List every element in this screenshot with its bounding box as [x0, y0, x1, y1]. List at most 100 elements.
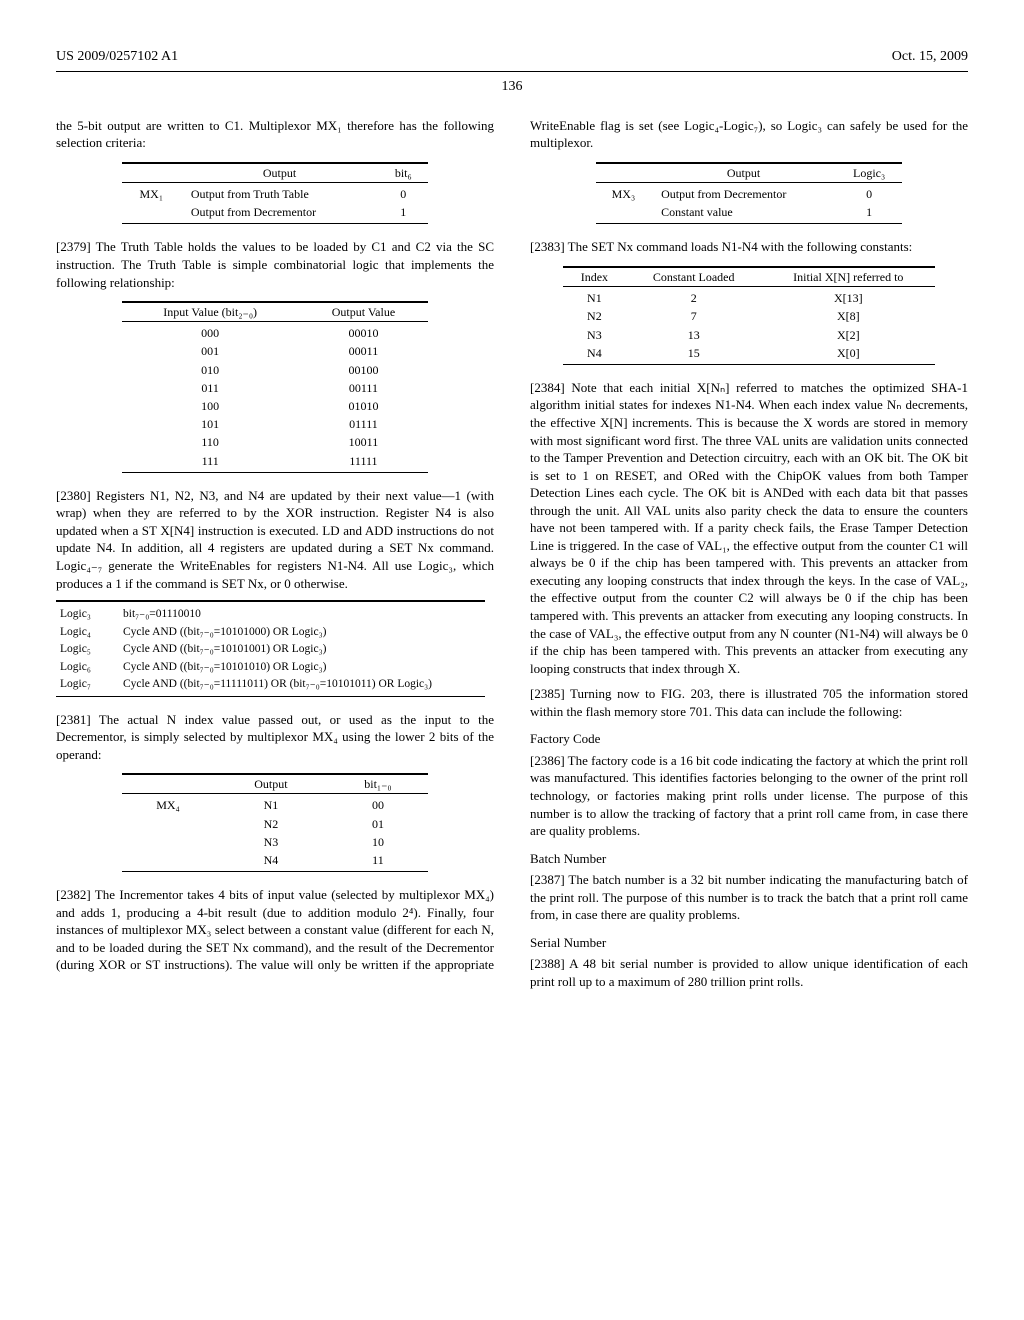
- intro-text: the 5-bit output are written to C1. Mult…: [56, 117, 494, 152]
- th: Index: [563, 267, 626, 287]
- td: Cycle AND ((bit₇₋₀=10101001) OR Logic₃): [119, 641, 485, 659]
- td: 011: [122, 379, 299, 397]
- td: Cycle AND ((bit₇₋₀=10101010) OR Logic₃): [119, 659, 485, 677]
- td: 01111: [299, 415, 429, 433]
- table-truth: Input Value (bit₂₋₀) Output Value 000000…: [122, 301, 429, 473]
- td: 110: [122, 433, 299, 451]
- table-constants: Index Constant Loaded Initial X[N] refer…: [563, 266, 935, 365]
- td: 00011: [299, 342, 429, 360]
- th: Constant Loaded: [626, 267, 762, 287]
- td: Output from Decrementor: [651, 183, 836, 204]
- th: Output Value: [299, 302, 429, 322]
- td: N3: [563, 326, 626, 344]
- td: Logic₅: [56, 641, 119, 659]
- para-2385: [2385] Turning now to FIG. 203, there is…: [530, 685, 968, 720]
- para-2384: [2384] Note that each initial X[Nₙ] refe…: [530, 379, 968, 677]
- body-columns: the 5-bit output are written to C1. Mult…: [56, 117, 968, 991]
- td: 010: [122, 361, 299, 379]
- td: 111: [122, 452, 299, 473]
- td: 00010: [299, 322, 429, 343]
- th: Logic₃: [836, 163, 902, 183]
- th: bit₆: [378, 163, 428, 183]
- td: 11111: [299, 452, 429, 473]
- td: Output from Truth Table: [181, 183, 378, 204]
- para-2386: [2386] The factory code is a 16 bit code…: [530, 752, 968, 840]
- th: [596, 163, 651, 183]
- td: Logic₆: [56, 659, 119, 677]
- td: N2: [214, 815, 327, 833]
- td: 15: [626, 344, 762, 365]
- td: Logic₇: [56, 676, 119, 696]
- para-2381: [2381] The actual N index value passed o…: [56, 711, 494, 764]
- td: [122, 833, 215, 851]
- td: 0: [836, 183, 902, 204]
- table-mx1: Output bit₆ MX₁ Output from Truth Table …: [122, 162, 429, 225]
- page-header: US 2009/0257102 A1 Oct. 15, 2009: [56, 48, 968, 72]
- td: [122, 851, 215, 872]
- para-2388: [2388] A 48 bit serial number is provide…: [530, 955, 968, 990]
- th: Output: [181, 163, 378, 183]
- table-logic: Logic₃bit₇₋₀=01110010 Logic₄Cycle AND ((…: [56, 600, 485, 697]
- td: N1: [563, 287, 626, 308]
- td: 1: [836, 203, 902, 224]
- para-2379: [2379] The Truth Table holds the values …: [56, 238, 494, 291]
- page-number: 136: [56, 78, 968, 97]
- heading-serial: Serial Number: [530, 934, 968, 952]
- td: 13: [626, 326, 762, 344]
- td: 10011: [299, 433, 429, 451]
- td: MX₃: [596, 183, 651, 204]
- th: Output: [214, 774, 327, 794]
- td: X[0]: [761, 344, 935, 365]
- td: Cycle AND ((bit₇₋₀=10101000) OR Logic₃): [119, 624, 485, 642]
- td: 100: [122, 397, 299, 415]
- td: N2: [563, 307, 626, 325]
- td: Logic₄: [56, 624, 119, 642]
- heading-batch: Batch Number: [530, 850, 968, 868]
- td: 7: [626, 307, 762, 325]
- th: Input Value (bit₂₋₀): [122, 302, 299, 322]
- td: Cycle AND ((bit₇₋₀=11111011) OR (bit₇₋₀=…: [119, 676, 485, 696]
- td: 001: [122, 342, 299, 360]
- para-2380: [2380] Registers N1, N2, N3, and N4 are …: [56, 487, 494, 592]
- td: 101: [122, 415, 299, 433]
- td: N1: [214, 794, 327, 815]
- td: [122, 815, 215, 833]
- td: 000: [122, 322, 299, 343]
- th: Output: [651, 163, 836, 183]
- td: 00111: [299, 379, 429, 397]
- td: 2: [626, 287, 762, 308]
- td: bit₇₋₀=01110010: [119, 606, 485, 624]
- td: [122, 203, 181, 224]
- th: Initial X[N] referred to: [761, 267, 935, 287]
- td: [596, 203, 651, 224]
- td: 11: [328, 851, 429, 872]
- th: [122, 774, 215, 794]
- td: 00: [328, 794, 429, 815]
- td: 00100: [299, 361, 429, 379]
- heading-factory: Factory Code: [530, 730, 968, 748]
- td: Output from Decrementor: [181, 203, 378, 224]
- td: X[2]: [761, 326, 935, 344]
- table-mx4: Output bit₁₋₀ MX₄N100 N201 N310 N411: [122, 773, 429, 872]
- th: [122, 163, 181, 183]
- td: 0: [378, 183, 428, 204]
- td: 1: [378, 203, 428, 224]
- th: bit₁₋₀: [328, 774, 429, 794]
- td: X[8]: [761, 307, 935, 325]
- td: 01: [328, 815, 429, 833]
- para-2383: [2383] The SET Nx command loads N1-N4 wi…: [530, 238, 968, 256]
- td: X[13]: [761, 287, 935, 308]
- para-2387: [2387] The batch number is a 32 bit numb…: [530, 871, 968, 924]
- td: MX₁: [122, 183, 181, 204]
- td: Constant value: [651, 203, 836, 224]
- pub-number: US 2009/0257102 A1: [56, 48, 178, 67]
- td: N4: [214, 851, 327, 872]
- pub-date: Oct. 15, 2009: [892, 48, 968, 67]
- td: N3: [214, 833, 327, 851]
- td: 10: [328, 833, 429, 851]
- td: N4: [563, 344, 626, 365]
- table-mx3: Output Logic₃ MX₃Output from Decrementor…: [596, 162, 903, 225]
- td: 01010: [299, 397, 429, 415]
- td: MX₄: [122, 794, 215, 815]
- td: Logic₃: [56, 606, 119, 624]
